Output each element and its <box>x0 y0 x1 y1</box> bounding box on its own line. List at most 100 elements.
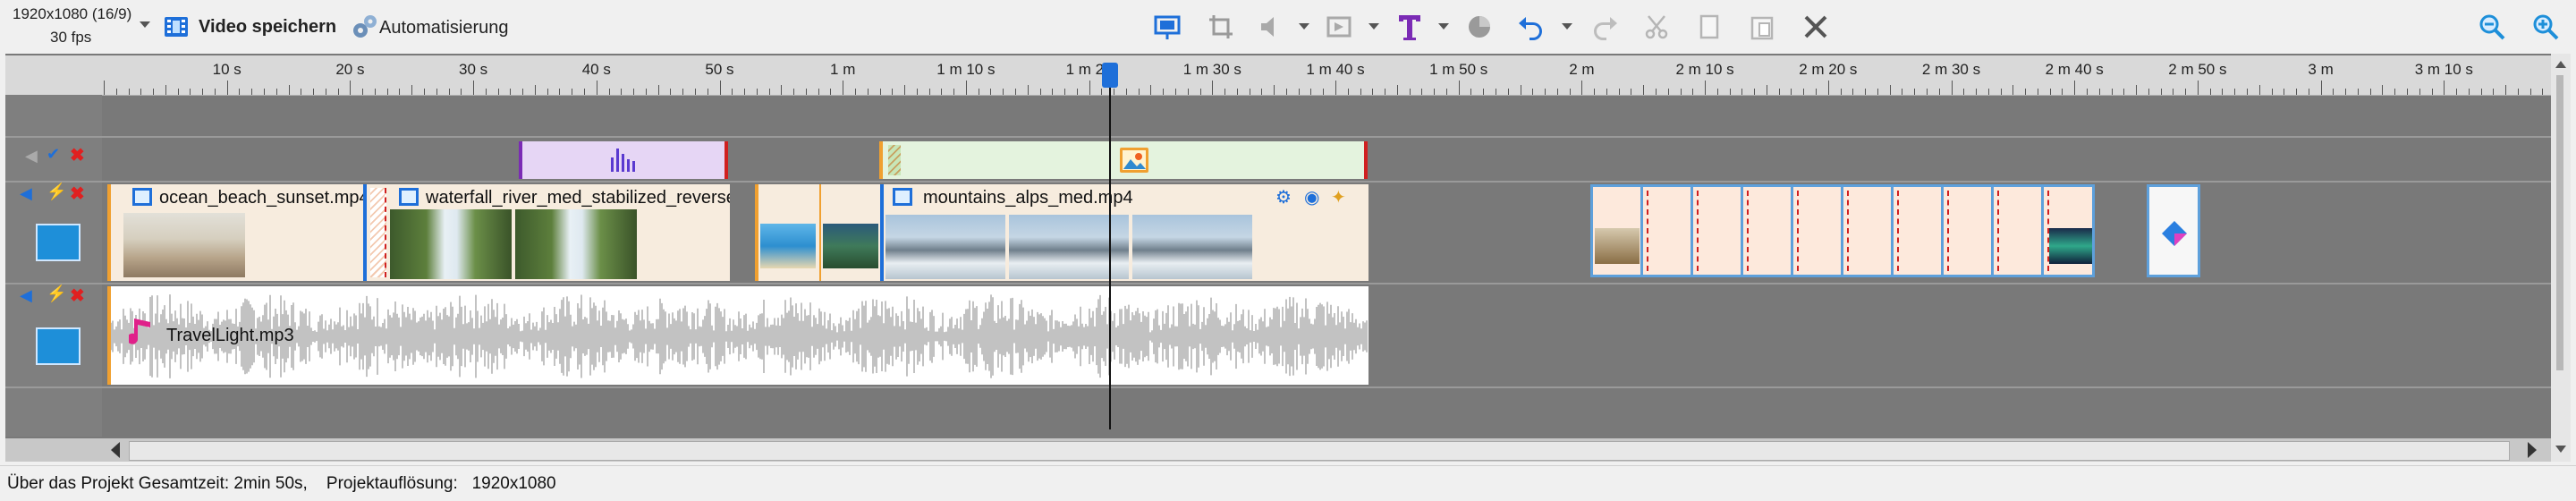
mini-clip[interactable] <box>1690 184 1744 277</box>
ruler-tick <box>805 89 807 95</box>
transition-marker <box>888 145 901 175</box>
transition-dropdown-icon[interactable] <box>1368 23 1379 30</box>
scroll-left-icon[interactable] <box>111 442 120 458</box>
zoom-out-icon[interactable] <box>2476 11 2508 43</box>
playhead-handle[interactable] <box>1102 63 1118 88</box>
film-save-icon[interactable] <box>163 13 190 40</box>
text-icon[interactable] <box>1394 11 1426 43</box>
ruler-tick <box>510 89 512 95</box>
ruler-tick <box>1003 89 1004 95</box>
mini-clip[interactable] <box>1791 184 1844 277</box>
clip-filename: TravelLight.mp3 <box>166 326 294 345</box>
video-clip-mountains[interactable]: mountains_alps_med.mp4 ⚙ ◉ ✦ <box>880 184 1368 281</box>
redo-icon[interactable] <box>1589 11 1621 43</box>
lock-icon[interactable]: ⚡ <box>47 183 66 201</box>
delete-track-icon[interactable]: ✖ <box>70 144 85 166</box>
horizontal-scrollbar[interactable] <box>5 438 2551 462</box>
vertical-scrollbar[interactable] <box>2551 54 2571 462</box>
ruler-tick <box>1014 89 1016 95</box>
color-icon[interactable] <box>1463 11 1496 43</box>
image-effect-clip[interactable] <box>879 141 1368 179</box>
video-file-icon <box>399 188 419 206</box>
adjust-icon[interactable]: ⚙ <box>1275 186 1292 208</box>
mini-clip[interactable] <box>1590 184 1644 277</box>
ruler-tick <box>1064 89 1066 95</box>
image-clip-group[interactable] <box>755 184 880 281</box>
automation-button[interactable]: Automatisierung <box>379 18 509 38</box>
track-header-effects: ◀ ✔ ✖ <box>5 138 102 181</box>
ruler-tick <box>1840 89 1842 95</box>
track-header-extra <box>5 388 102 437</box>
mute-icon[interactable]: ◀ <box>25 147 38 166</box>
audio-effect-clip[interactable] <box>519 141 728 179</box>
audio-wave-icon[interactable]: ◉ <box>1304 186 1319 208</box>
volume-icon[interactable] <box>1255 11 1287 43</box>
ruler-tick <box>1212 81 1214 95</box>
scroll-down-icon[interactable] <box>2555 446 2566 453</box>
paste-icon[interactable] <box>1746 11 1778 43</box>
video-file-icon <box>132 188 152 206</box>
ruler-tick <box>2480 89 2482 95</box>
undo-dropdown-icon[interactable] <box>1562 23 1572 30</box>
mini-clip[interactable] <box>1640 184 1694 277</box>
ruler-tick <box>1594 89 1596 95</box>
dropdown-arrow-icon[interactable] <box>140 21 150 28</box>
zoom-in-icon[interactable] <box>2529 11 2562 43</box>
transition-clip[interactable] <box>363 184 388 281</box>
ruler-tick <box>399 89 401 95</box>
ruler-tick <box>793 89 795 95</box>
mini-clip[interactable] <box>1841 184 1894 277</box>
video-clip-ocean[interactable]: ocean_beach_sunset.mp4 <box>107 184 363 281</box>
automation-gears-icon[interactable] <box>351 13 379 41</box>
video-clip-waterfall[interactable]: waterfall_river_med_stabilized_reverse..… <box>388 184 730 281</box>
ruler-tick <box>1027 85 1029 95</box>
ruler-tick <box>2197 81 2199 95</box>
ruler-tick <box>140 89 142 95</box>
ruler-label: 2 m 40 s <box>2045 61 2104 78</box>
delete-track-icon[interactable]: ✖ <box>70 284 85 307</box>
mini-clip[interactable] <box>1991 184 2045 277</box>
clip-filename: ocean_beach_sunset.mp4 <box>159 188 363 208</box>
delete-icon[interactable] <box>1800 11 1832 43</box>
ruler-tick <box>1396 85 1398 95</box>
mini-clip[interactable] <box>1891 184 1945 277</box>
ruler-tick <box>781 85 783 95</box>
ruler-tick <box>1816 89 1818 95</box>
ruler-tick <box>2517 89 2519 95</box>
ruler-tick <box>1335 81 1336 95</box>
volume-dropdown-icon[interactable] <box>1299 23 1309 30</box>
ruler-tick <box>2345 89 2347 95</box>
delete-track-icon[interactable]: ✖ <box>70 183 85 205</box>
waveform-path <box>111 294 1368 378</box>
save-video-button[interactable]: Video speichern <box>199 17 336 38</box>
crop-icon[interactable] <box>1205 11 1237 43</box>
mute-icon[interactable]: ◀ <box>20 184 32 203</box>
lock-icon[interactable]: ⚡ <box>47 284 66 303</box>
scroll-right-icon[interactable] <box>2528 442 2537 458</box>
ruler-tick <box>1877 89 1878 95</box>
scroll-thumb[interactable] <box>129 441 2510 461</box>
lock-icon[interactable]: ✔ <box>47 145 60 164</box>
audio-clip[interactable]: TravelLight.mp3 <box>107 286 1368 385</box>
ruler-tick <box>1101 89 1103 95</box>
mini-clip[interactable] <box>2041 184 2095 277</box>
undo-icon[interactable] <box>1515 11 1547 43</box>
equalizer-icon <box>611 149 635 172</box>
scroll-up-icon[interactable] <box>2555 61 2566 68</box>
image-icon <box>1120 148 1148 173</box>
screen-capture-icon[interactable] <box>1151 11 1183 43</box>
ruler-tick <box>1705 81 1707 95</box>
transition-icon[interactable] <box>1323 11 1355 43</box>
mini-clip[interactable] <box>1941 184 1995 277</box>
mini-clip[interactable] <box>1741 184 1794 277</box>
scroll-thumb[interactable] <box>2556 75 2563 370</box>
mute-icon[interactable]: ◀ <box>20 286 32 305</box>
cut-icon[interactable] <box>1640 11 1673 43</box>
text-dropdown-icon[interactable] <box>1438 23 1449 30</box>
ruler-tick <box>153 89 155 95</box>
copy-icon[interactable] <box>1692 11 1724 43</box>
ruler-tick <box>2431 89 2433 95</box>
mini-clip-gem[interactable] <box>2147 184 2200 277</box>
time-ruler[interactable]: 10 s 20 s 30 s 40 s 50 s1 m1 m 10 s1 m 20 1 m… <box>5 55 2551 96</box>
effect-icon[interactable]: ✦ <box>1331 186 1346 208</box>
